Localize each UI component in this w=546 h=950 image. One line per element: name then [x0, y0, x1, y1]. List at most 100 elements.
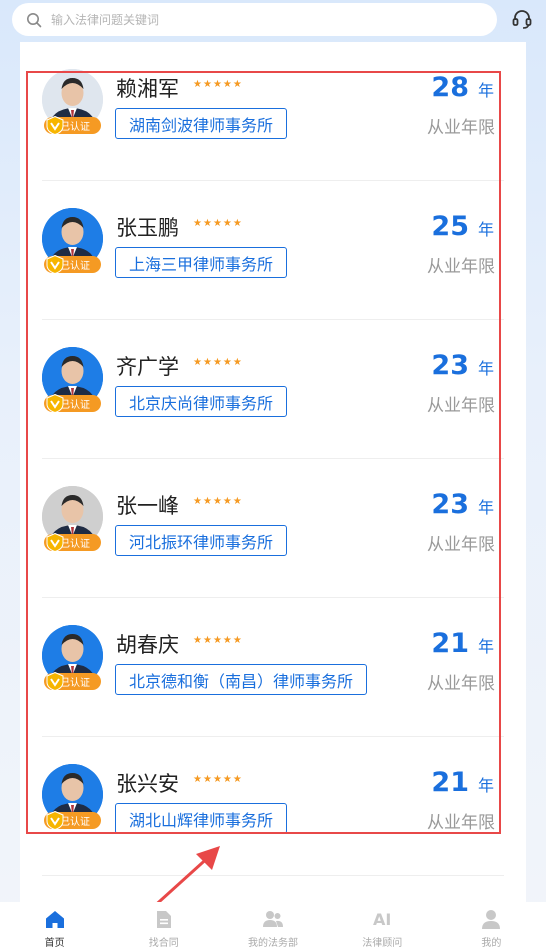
- tab-label: 找合同: [148, 938, 179, 949]
- star-icon: ★: [222, 774, 232, 785]
- star-icon: ★: [222, 218, 232, 229]
- rating-stars: ★ ★ ★ ★ ★: [193, 636, 242, 646]
- verified-label: 已认证: [60, 817, 90, 828]
- star-icon: ★: [202, 357, 212, 368]
- verified-v-icon: [46, 672, 64, 691]
- years-number: 25: [431, 211, 469, 242]
- search-bar[interactable]: [12, 3, 497, 36]
- law-firm-tag[interactable]: 上海三甲律师事务所: [115, 247, 288, 278]
- verified-badge: 已认证: [44, 394, 101, 413]
- law-firm-tag[interactable]: 北京庆尚律师事务所: [115, 386, 288, 417]
- years-of-practice: 23 年: [431, 350, 494, 381]
- lawyer-card[interactable]: 已认证 张一峰 ★ ★ ★ ★ ★ 河北振环律师事务所 23 年 从业年限: [20, 459, 526, 598]
- verified-badge: 已认证: [44, 672, 101, 691]
- years-unit: 年: [477, 359, 494, 378]
- law-firm-tag[interactable]: 河北振环律师事务所: [115, 525, 288, 556]
- ai-icon: AI: [373, 909, 392, 929]
- years-number: 21: [431, 628, 469, 659]
- years-of-practice: 23 年: [431, 489, 494, 520]
- tab-label: 首页: [44, 938, 65, 949]
- star-icon: ★: [232, 774, 242, 785]
- years-label: 从业年限: [427, 674, 495, 694]
- star-icon: ★: [212, 635, 222, 646]
- star-icon: ★: [212, 357, 222, 368]
- law-firm-tag[interactable]: 湖北山辉律师事务所: [115, 803, 288, 834]
- verified-label: 已认证: [60, 539, 90, 550]
- star-icon: ★: [193, 218, 202, 229]
- star-icon: ★: [232, 635, 242, 646]
- years-number: 23: [431, 489, 469, 520]
- star-icon: ★: [232, 357, 242, 368]
- lawyer-card[interactable]: 已认证 张兴安 ★ ★ ★ ★ ★ 湖北山辉律师事务所 21 年 从业年限: [20, 737, 526, 876]
- law-firm-tag[interactable]: 湖南剑波律师事务所: [115, 108, 288, 139]
- verified-badge: 已认证: [44, 255, 101, 274]
- lawyer-name: 齐广学: [116, 355, 179, 379]
- star-icon: ★: [193, 774, 202, 785]
- lawyer-list-panel: 已认证 赖湘军 ★ ★ ★ ★ ★ 湖南剑波律师事务所 28 年 从业年限 已认…: [20, 42, 526, 902]
- verified-label: 已认证: [60, 122, 90, 133]
- verified-label: 已认证: [60, 400, 90, 411]
- tab-label: 我的: [481, 938, 502, 949]
- star-icon: ★: [222, 635, 232, 646]
- tab-find-contract[interactable]: 找合同: [109, 902, 218, 950]
- customer-service-button[interactable]: [510, 8, 534, 30]
- verified-v-icon: [46, 394, 64, 413]
- lawyer-name: 张玉鹏: [116, 216, 179, 240]
- years-unit: 年: [477, 498, 494, 517]
- years-label: 从业年限: [427, 396, 495, 416]
- lawyer-name: 赖湘军: [116, 77, 179, 101]
- star-icon: ★: [222, 496, 232, 507]
- rating-stars: ★ ★ ★ ★ ★: [193, 80, 242, 90]
- lawyer-card[interactable]: 已认证 胡春庆 ★ ★ ★ ★ ★ 北京德和衡（南昌）律师事务所 21 年 从业年限: [20, 598, 526, 737]
- tab-legal-advisor[interactable]: AI 法律顾问: [328, 902, 437, 950]
- lawyer-card[interactable]: 已认证 张玉鹏 ★ ★ ★ ★ ★ 上海三甲律师事务所 25 年 从业年限: [20, 181, 526, 320]
- star-icon: ★: [193, 357, 202, 368]
- lawyer-name: 胡春庆: [116, 633, 179, 657]
- star-icon: ★: [222, 357, 232, 368]
- years-unit: 年: [477, 220, 494, 239]
- law-firm-tag[interactable]: 北京德和衡（南昌）律师事务所: [115, 664, 368, 695]
- verified-label: 已认证: [60, 261, 90, 272]
- verified-v-icon: [46, 116, 64, 135]
- star-icon: ★: [212, 218, 222, 229]
- star-icon: ★: [232, 79, 242, 90]
- search-icon: [27, 12, 42, 27]
- star-icon: ★: [232, 218, 242, 229]
- rating-stars: ★ ★ ★ ★ ★: [193, 497, 242, 507]
- home-icon: [45, 910, 64, 928]
- tab-label: 法律顾问: [362, 938, 403, 949]
- tab-mine[interactable]: 我的: [437, 902, 546, 950]
- star-icon: ★: [193, 79, 202, 90]
- years-unit: 年: [477, 776, 494, 795]
- tab-label: 我的法务部: [248, 938, 298, 949]
- verified-v-icon: [46, 811, 64, 830]
- rating-stars: ★ ★ ★ ★ ★: [193, 775, 242, 785]
- star-icon: ★: [202, 496, 212, 507]
- star-icon: ★: [202, 79, 212, 90]
- verified-label: 已认证: [60, 678, 90, 689]
- verified-v-icon: [46, 533, 64, 552]
- search-input[interactable]: [51, 12, 471, 27]
- headset-icon: [512, 10, 532, 29]
- lawyer-card[interactable]: 已认证 赖湘军 ★ ★ ★ ★ ★ 湖南剑波律师事务所 28 年 从业年限: [20, 42, 526, 181]
- team-icon: [263, 911, 283, 927]
- star-icon: ★: [212, 79, 222, 90]
- star-icon: ★: [202, 218, 212, 229]
- years-of-practice: 21 年: [431, 628, 494, 659]
- tab-my-legal-dept[interactable]: 我的法务部: [218, 902, 327, 950]
- verified-v-icon: [46, 255, 64, 274]
- star-icon: ★: [193, 635, 202, 646]
- years-unit: 年: [477, 81, 494, 100]
- star-icon: ★: [222, 79, 232, 90]
- lawyer-card[interactable]: 已认证 齐广学 ★ ★ ★ ★ ★ 北京庆尚律师事务所 23 年 从业年限: [20, 320, 526, 459]
- tab-home[interactable]: 首页: [0, 902, 109, 950]
- years-label: 从业年限: [427, 118, 495, 138]
- document-icon: [156, 910, 171, 928]
- years-of-practice: 28 年: [431, 72, 494, 103]
- lawyer-name: 张兴安: [116, 772, 179, 796]
- years-number: 23: [431, 350, 469, 381]
- star-icon: ★: [202, 635, 212, 646]
- star-icon: ★: [212, 774, 222, 785]
- lawyer-name: 张一峰: [116, 494, 179, 518]
- years-of-practice: 25 年: [431, 211, 494, 242]
